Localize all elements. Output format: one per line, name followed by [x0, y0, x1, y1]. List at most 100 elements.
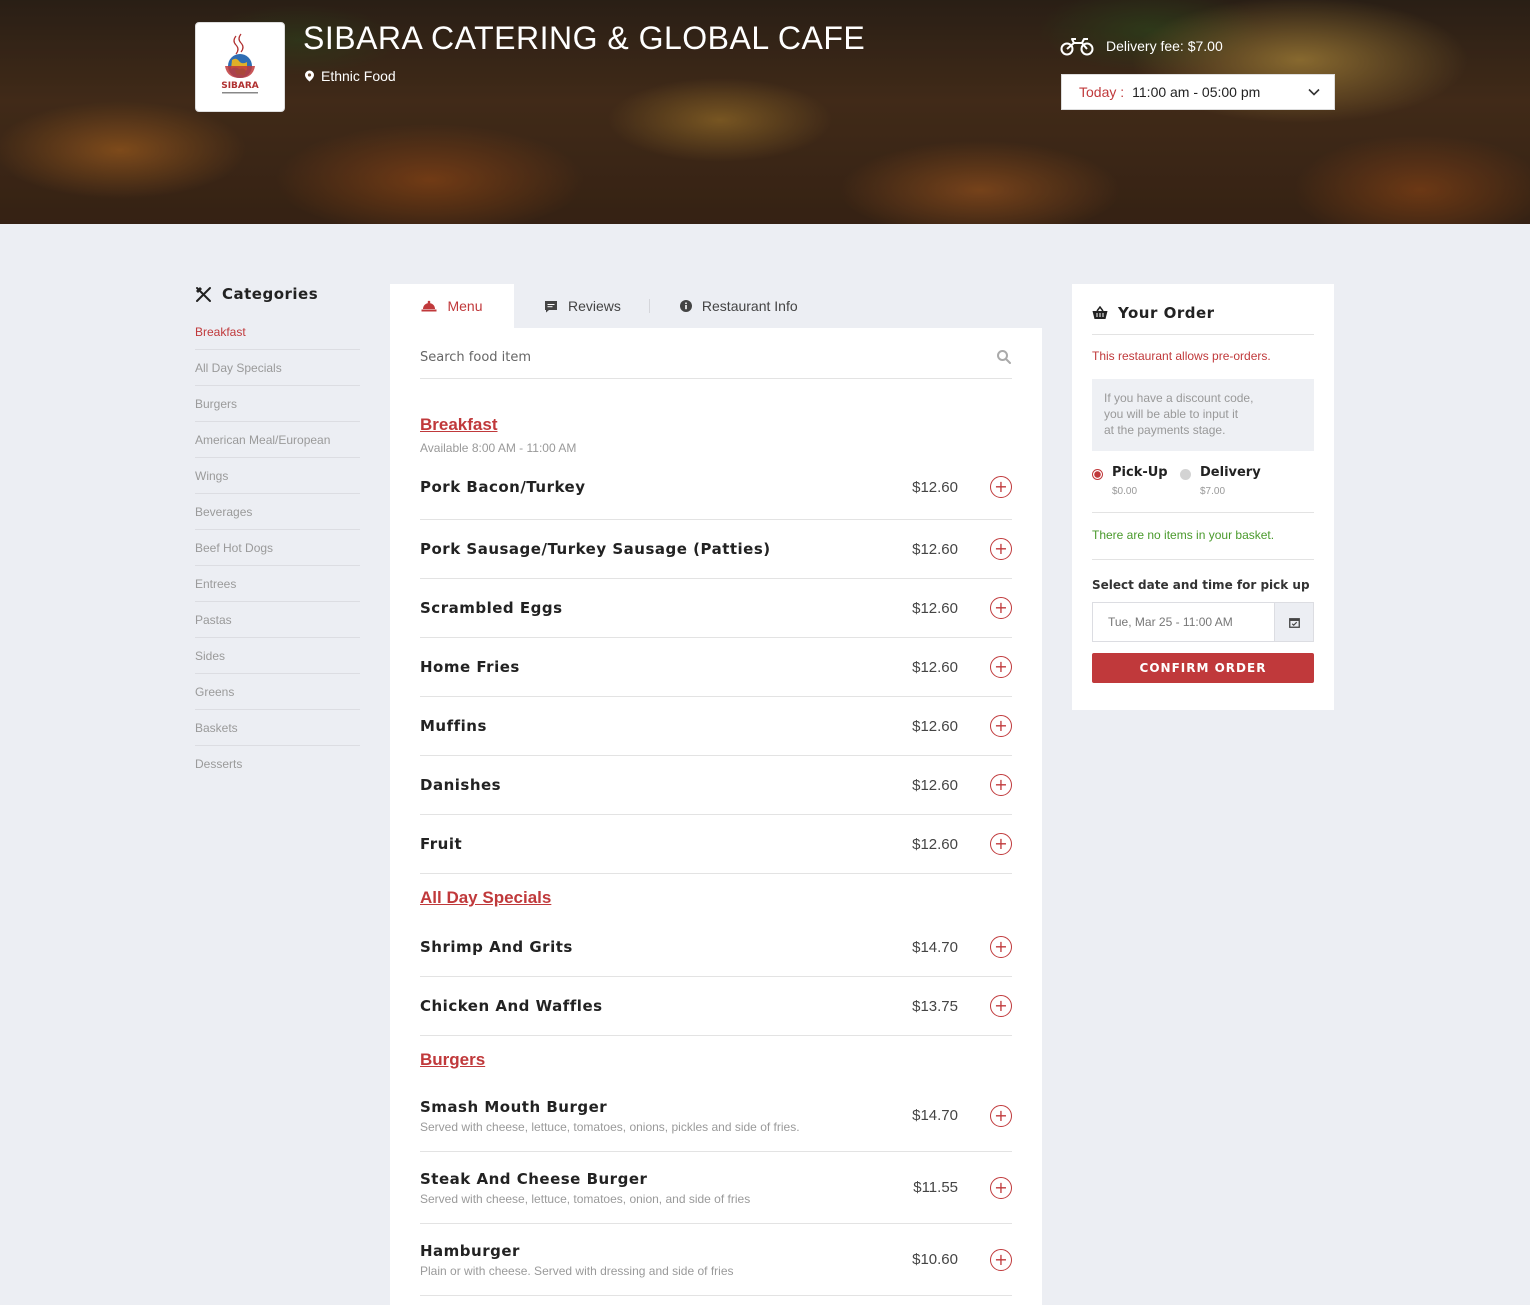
category-item-desserts[interactable]: Desserts [195, 746, 360, 782]
basket-icon [1092, 306, 1108, 319]
breakfast-items: Pork Bacon/Turkey $12.60 + Pork Sausage/… [420, 455, 1012, 874]
category-item-greens[interactable]: Greens [195, 674, 360, 710]
menu-item[interactable]: Fruit $12.60 + [420, 815, 1012, 874]
plus-circle-icon[interactable]: + [990, 715, 1012, 737]
hours-select[interactable]: Today : 11:00 am - 05:00 pm [1061, 74, 1335, 110]
plus-circle-icon[interactable]: + [990, 1176, 1012, 1199]
plus-circle-icon[interactable]: + [990, 995, 1012, 1017]
motorcycle-icon [1060, 38, 1094, 56]
discount-line: at the payments stage. [1104, 423, 1226, 437]
plus-circle-icon[interactable]: + [990, 656, 1012, 678]
menu-item[interactable]: Scrambled Eggs $12.60 + [420, 579, 1012, 638]
category-item-wings[interactable]: Wings [195, 458, 360, 494]
item-price: $13.75 [912, 997, 958, 1015]
tab-reviews-label: Reviews [568, 298, 621, 314]
item-description: Plain or with cheese. Served with dressi… [420, 1263, 734, 1278]
preorder-note: This restaurant allows pre-orders. [1092, 349, 1271, 363]
search-input[interactable] [420, 341, 996, 365]
plus-circle-icon[interactable]: + [990, 538, 1012, 560]
tab-menu[interactable]: Menu [390, 284, 514, 328]
category-item-beverages[interactable]: Beverages [195, 494, 360, 530]
tab-restaurant-info-label: Restaurant Info [701, 298, 798, 314]
logo-text: SIBARA [221, 81, 259, 91]
section-title[interactable]: Burgers [420, 1050, 485, 1070]
datetime-input[interactable] [1093, 603, 1274, 641]
search-icon[interactable] [996, 349, 1012, 365]
plus-circle-icon[interactable]: + [990, 833, 1012, 855]
item-price: $14.70 [912, 1107, 958, 1124]
plus-circle-icon[interactable]: + [990, 597, 1012, 619]
tab-menu-label: Menu [447, 298, 483, 314]
category-item-sides[interactable]: Sides [195, 638, 360, 674]
discount-line: you will be able to input it [1104, 407, 1239, 421]
hours-range: 11:00 am - 05:00 pm [1132, 84, 1261, 100]
section-availability: Available 8:00 AM - 11:00 AM [420, 441, 577, 455]
menu-item[interactable]: Home Fries $12.60 + [420, 638, 1012, 697]
delivery-label: Delivery [1200, 465, 1261, 480]
menu-item[interactable]: Pork Bacon/Turkey $12.60 + [420, 455, 1012, 520]
category-item-pastas[interactable]: Pastas [195, 602, 360, 638]
confirm-order-button[interactable]: CONFIRM ORDER [1092, 653, 1314, 683]
item-price: $12.60 [912, 658, 958, 676]
delivery-fee-amount: $7.00 [1200, 486, 1226, 497]
calendar-button[interactable] [1274, 603, 1313, 641]
pickup-option[interactable]: Pick-Up $0.00 [1092, 465, 1180, 512]
item-price: $14.70 [912, 938, 958, 956]
delivery-fee: Delivery fee: $7.00 [1060, 36, 1223, 56]
calendar-icon [1288, 617, 1300, 628]
cuisine-label: Ethnic Food [304, 68, 396, 84]
section-title[interactable]: Breakfast [420, 415, 498, 435]
delivery-radio[interactable] [1180, 469, 1191, 480]
category-item-beef-hot-dogs[interactable]: Beef Hot Dogs [195, 530, 360, 566]
restaurant-logo: SIBARA [195, 22, 285, 112]
section-title[interactable]: All Day Specials [420, 888, 551, 908]
section-burgers: Burgers [420, 1036, 1012, 1080]
menu-item[interactable]: Hamburger Plain or with cheese. Served w… [420, 1224, 1012, 1296]
plus-circle-icon[interactable]: + [990, 774, 1012, 796]
menu-item[interactable]: Shrimp And Grits $14.70 + [420, 918, 1012, 977]
pickup-radio[interactable] [1092, 469, 1103, 480]
plus-circle-icon[interactable]: + [990, 476, 1012, 498]
menu-item[interactable]: Steak And Cheese Burger Served with chee… [420, 1152, 1012, 1224]
restaurant-name: SIBARA CATERING & GLOBAL CAFE [303, 20, 866, 56]
item-name: Chicken And Waffles [420, 997, 603, 1015]
item-name: Muffins [420, 717, 487, 735]
category-item-american-meal[interactable]: American Meal/European [195, 422, 360, 458]
item-price: $11.55 [913, 1179, 958, 1196]
category-item-breakfast[interactable]: Breakfast [195, 314, 360, 350]
category-item-all-day-specials[interactable]: All Day Specials [195, 350, 360, 386]
today-label: Today : [1079, 84, 1125, 100]
pickup-datetime-label: Select date and time for pick up [1092, 578, 1310, 592]
item-price: $12.60 [912, 540, 958, 558]
menu-item[interactable]: Chicken And Waffles $13.75 + [420, 977, 1012, 1036]
plus-circle-icon[interactable]: + [990, 936, 1012, 958]
order-mode-selector: Pick-Up $0.00 Delivery $7.00 [1092, 465, 1314, 513]
menu-item[interactable]: Muffins $12.60 + [420, 697, 1012, 756]
all-day-specials-items: Shrimp And Grits $14.70 + Chicken And Wa… [420, 918, 1012, 1036]
hero-banner: SIBARA SIBARA CATERING & GLOBAL CAFE Eth… [0, 0, 1530, 224]
chevron-down-icon [1308, 88, 1320, 96]
item-name: Smash Mouth Burger [420, 1097, 608, 1116]
plus-circle-icon[interactable]: + [990, 1104, 1012, 1127]
menu-item[interactable]: Danishes $12.60 + [420, 756, 1012, 815]
item-name: Shrimp And Grits [420, 938, 573, 956]
categories-heading: Categories [195, 285, 318, 303]
menu-item[interactable]: Pork Sausage/Turkey Sausage (Patties) $1… [420, 520, 1012, 579]
order-panel: Your Order This restaurant allows pre-or… [1072, 284, 1334, 710]
plus-circle-icon[interactable]: + [990, 1248, 1012, 1271]
svg-text:SIBARA: SIBARA [221, 81, 259, 91]
item-name: Danishes [420, 776, 502, 794]
discount-note: If you have a discount code, you will be… [1092, 379, 1314, 451]
category-item-entrees[interactable]: Entrees [195, 566, 360, 602]
discount-line: If you have a discount code, [1104, 391, 1254, 405]
item-price: $12.60 [912, 478, 958, 496]
tab-restaurant-info[interactable]: Restaurant Info [650, 284, 798, 328]
delivery-option[interactable]: Delivery $7.00 [1180, 465, 1268, 512]
categories-title: Categories [222, 285, 319, 303]
tab-reviews[interactable]: Reviews [514, 298, 650, 314]
item-name: Scrambled Eggs [420, 599, 563, 617]
category-item-baskets[interactable]: Baskets [195, 710, 360, 746]
category-item-burgers[interactable]: Burgers [195, 386, 360, 422]
menu-item[interactable]: Smash Mouth Burger Served with cheese, l… [420, 1080, 1012, 1152]
item-price: $12.60 [912, 776, 958, 794]
